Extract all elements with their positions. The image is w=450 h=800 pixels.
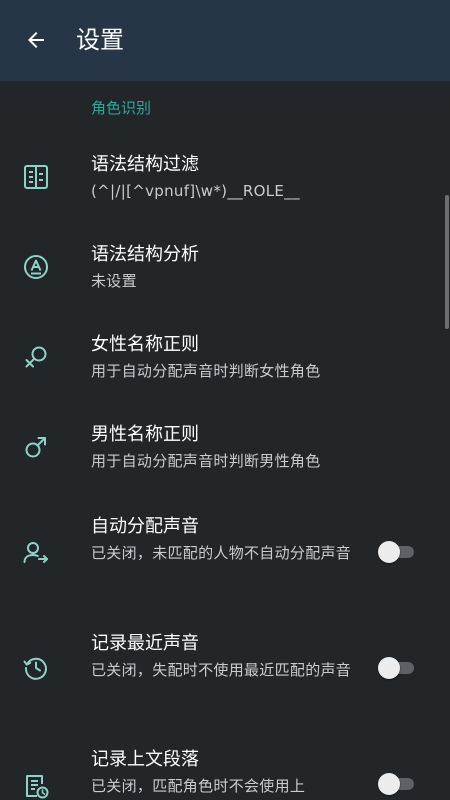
switch-thumb (378, 541, 400, 563)
section-header-role-recognition: 角色识别 (91, 99, 152, 117)
filter-list-icon (20, 161, 52, 193)
pref-title: 记录最近声音 (91, 633, 199, 654)
pref-title: 自动分配声音 (91, 516, 199, 537)
grammar-analysis-icon (20, 251, 52, 283)
pref-remember-context[interactable]: 记录上文段落 已关闭，匹配角色时不会使用上 (0, 738, 450, 800)
back-button[interactable] (20, 24, 52, 56)
pref-title: 女性名称正则 (91, 334, 199, 355)
remember-context-switch[interactable] (378, 773, 414, 795)
pref-male-regex[interactable]: 男性名称正则 用于自动分配声音时判断男性角色 (0, 415, 450, 490)
auto-assign-voice-switch[interactable] (378, 541, 414, 563)
remember-recent-voice-switch[interactable] (378, 657, 414, 679)
pref-summary: 已关闭，未匹配的人物不自动分配声音 (91, 544, 352, 562)
scrollbar[interactable] (445, 195, 449, 329)
pref-summary: 用于自动分配声音时判断女性角色 (91, 362, 321, 380)
pref-summary: 已关闭，匹配角色时不会使用上 (91, 777, 306, 795)
pref-title: 语法结构分析 (91, 244, 199, 265)
arrow-back-icon (28, 32, 44, 48)
switch-thumb (378, 773, 400, 795)
pref-title: 语法结构过滤 (91, 154, 199, 175)
pref-grammar-analysis[interactable]: 语法结构分析 未设置 (0, 235, 450, 310)
document-history-icon (20, 770, 52, 800)
male-icon (20, 431, 52, 463)
pref-title: 男性名称正则 (91, 424, 199, 445)
pref-summary: 用于自动分配声音时判断男性角色 (91, 452, 321, 470)
switch-thumb (378, 657, 400, 679)
person-assign-icon (20, 537, 52, 569)
pref-summary: 已关闭，失配时不使用最近匹配的声音 (91, 661, 352, 679)
female-icon (20, 341, 52, 373)
history-icon (20, 652, 52, 684)
pref-title: 记录上文段落 (91, 749, 199, 770)
pref-remember-recent-voice[interactable]: 记录最近声音 已关闭，失配时不使用最近匹配的声音 (0, 622, 450, 722)
page-title: 设置 (76, 26, 124, 54)
pref-summary: 未设置 (91, 272, 137, 290)
pref-grammar-filter[interactable]: 语法结构过滤 (^|/|[^vpnuf]\w*)__ROLE__ (0, 145, 450, 220)
pref-summary: (^|/|[^vpnuf]\w*)__ROLE__ (91, 182, 300, 200)
app-bar: 设置 (0, 0, 450, 81)
pref-female-regex[interactable]: 女性名称正则 用于自动分配声音时判断女性角色 (0, 325, 450, 400)
pref-auto-assign-voice[interactable]: 自动分配声音 已关闭，未匹配的人物不自动分配声音 (0, 505, 450, 605)
settings-screen: 设置 角色识别 语法结构过滤 (^|/|[^vpnuf]\w*)__ROLE__ (0, 0, 450, 800)
